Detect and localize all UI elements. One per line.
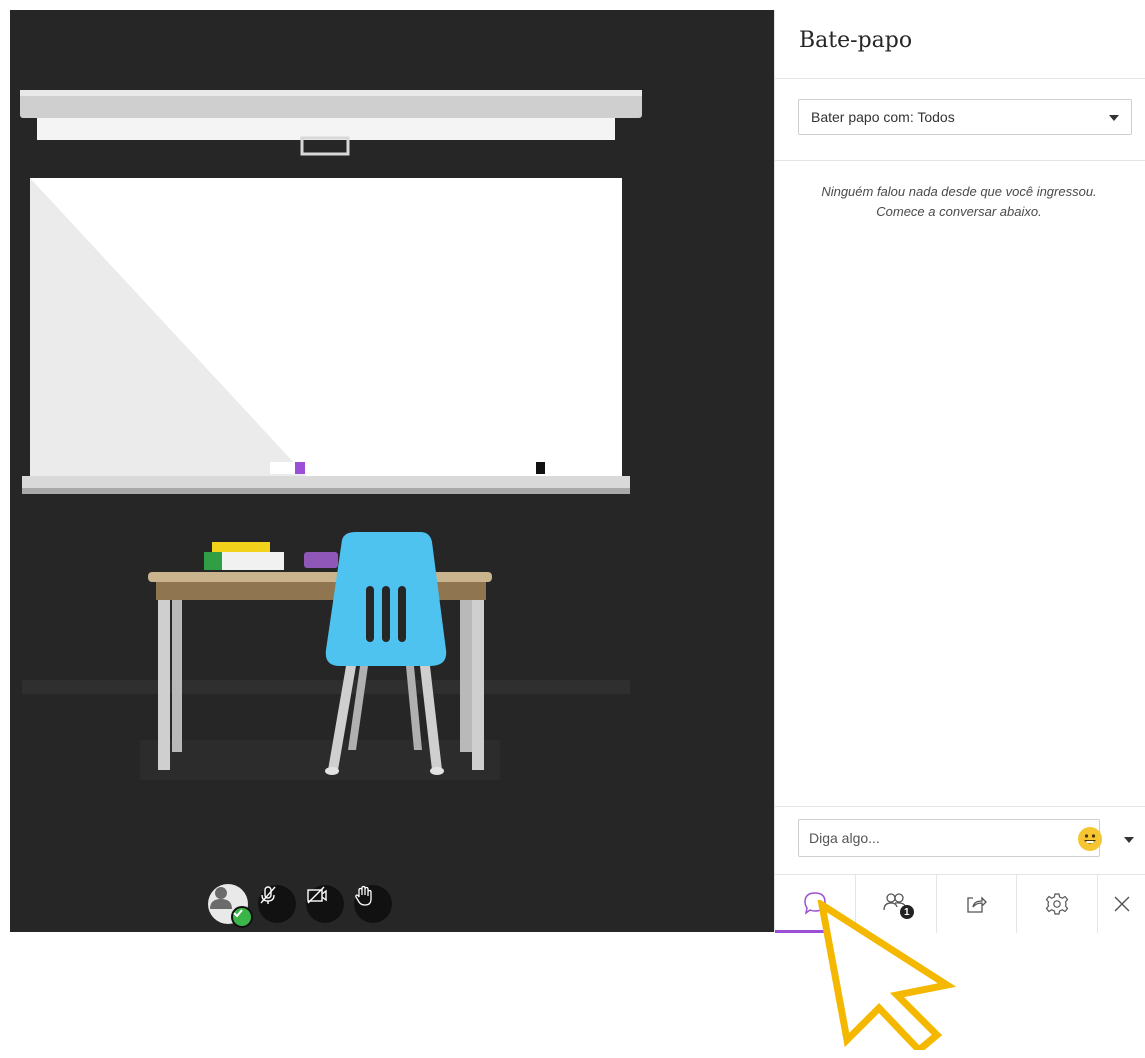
purple-book (304, 552, 338, 568)
session-controls (208, 882, 392, 928)
chat-with-value: Bater papo com: Todos (811, 109, 955, 125)
microphone-toggle-button[interactable] (258, 885, 296, 923)
main-stage (10, 10, 774, 932)
divider (775, 160, 1145, 161)
camera-toggle-button[interactable] (306, 885, 344, 923)
tab-settings[interactable] (1017, 875, 1099, 933)
raise-hand-button[interactable] (354, 885, 392, 923)
raise-hand-icon (355, 885, 372, 906)
divider (775, 806, 1145, 807)
my-status-avatar[interactable] (208, 884, 253, 928)
chevron-down-icon (1109, 115, 1119, 121)
divider (775, 78, 1145, 79)
chat-panel: Bate-papo Bater papo com: Todos Ninguém … (774, 10, 1145, 933)
classroom-illustration (20, 90, 642, 780)
empty-chat-message: Ninguém falou nada desde que você ingres… (799, 182, 1119, 222)
purple-marker (295, 462, 305, 474)
chat-message-input[interactable]: Diga algo... (798, 819, 1100, 857)
empty-message-line: Comece a conversar abaixo. (876, 204, 1042, 219)
desk-top (148, 572, 492, 582)
settings-gear-icon (1045, 893, 1069, 915)
yellow-book (212, 542, 270, 552)
status-check-icon (231, 906, 253, 928)
screen-pull-handle (300, 136, 350, 156)
black-marker (536, 462, 545, 474)
pointer-cursor-icon (817, 900, 957, 1050)
smiley-emoji-icon (1084, 834, 1096, 844)
desk-leg (158, 600, 170, 770)
share-content-icon (967, 896, 988, 913)
emoji-dropdown-chevron-icon[interactable] (1124, 837, 1134, 843)
empty-message-line: Ninguém falou nada desde que você ingres… (821, 184, 1097, 199)
close-icon (1114, 896, 1130, 912)
emoji-picker-button[interactable] (1078, 827, 1102, 851)
panel-title: Bate-papo (799, 28, 913, 53)
close-panel-button[interactable] (1098, 875, 1145, 933)
chat-input-placeholder: Diga algo... (809, 830, 880, 846)
camera-off-icon (307, 886, 327, 904)
user-avatar-icon (210, 887, 232, 909)
microphone-muted-icon (260, 886, 276, 904)
chat-with-select[interactable]: Bater papo com: Todos (798, 99, 1132, 135)
